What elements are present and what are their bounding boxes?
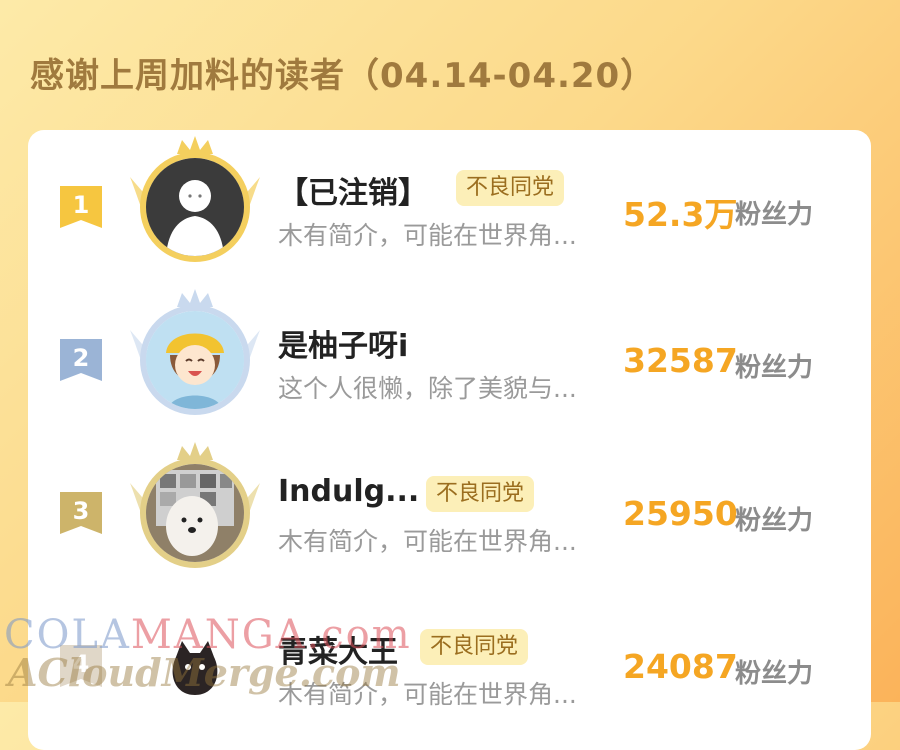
- fan-power-score: 32587: [623, 341, 738, 380]
- group-tag: 不良同党: [426, 476, 535, 512]
- fan-power-unit: 粉丝力: [735, 200, 814, 230]
- fan-power-score: 52.3万: [623, 195, 738, 234]
- reader-name[interactable]: 是柚子呀i: [278, 321, 408, 365]
- reader-description: 这个人很懒，除了美貌与...: [278, 374, 577, 403]
- reader-name[interactable]: Indulg...: [278, 474, 419, 509]
- watermark-line-2: ACloudMerge.com: [8, 650, 401, 695]
- avatar[interactable]: [146, 464, 244, 562]
- rank-number: 2: [72, 344, 90, 372]
- rank-number: 1: [72, 191, 90, 219]
- fan-power-score: 25950: [623, 494, 738, 533]
- rank-badge: 2: [60, 339, 102, 381]
- page-title: 感谢上周加料的读者（04.14-04.20）: [30, 56, 656, 96]
- rank-badge: 1: [60, 186, 102, 228]
- reader-row[interactable]: 3 Indulg... 不良同党 木有简介，可能在世界角... 25950 粉丝…: [28, 436, 871, 586]
- fan-power-unit: 粉丝力: [735, 659, 814, 689]
- rank-number: 3: [72, 497, 90, 525]
- group-tag: 不良同党: [420, 629, 529, 665]
- rank-badge: 3: [60, 492, 102, 534]
- fan-power-unit: 粉丝力: [735, 506, 814, 536]
- fan-power-unit: 粉丝力: [735, 353, 814, 383]
- reader-description: 木有简介，可能在世界角...: [278, 527, 577, 556]
- reader-row[interactable]: 2 是柚子呀i 这个人很懒，除了美貌与... 32587 粉丝力: [28, 283, 871, 433]
- reader-description: 木有简介，可能在世界角...: [278, 221, 577, 250]
- reader-name[interactable]: 【已注销】: [278, 168, 428, 212]
- avatar[interactable]: [146, 311, 244, 409]
- avatar[interactable]: [146, 158, 244, 256]
- fan-power-score: 24087: [623, 647, 738, 686]
- reader-row[interactable]: 1 【已注销】 不良同党 木有简介，可能在世界角... 52.3万 粉丝力: [28, 130, 871, 280]
- group-tag: 不良同党: [456, 170, 565, 206]
